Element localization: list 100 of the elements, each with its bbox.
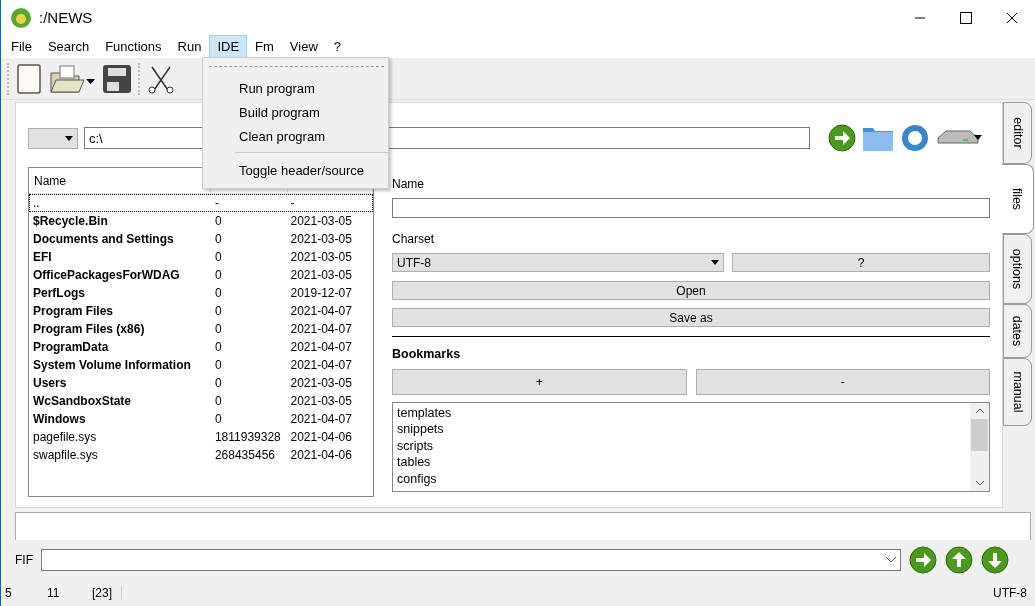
table-cell-text: Windows	[32, 411, 87, 427]
fif-label: FIF	[15, 553, 33, 567]
file-row[interactable]: Windows 0 2021-04-07	[29, 410, 373, 428]
file-row[interactable]: pagefile.sys 1811939328 2021-04-06	[29, 428, 373, 446]
menu-item[interactable]: IDE	[209, 35, 248, 58]
table-cell-text: Program Files (x86)	[32, 321, 146, 337]
caret-icon	[65, 135, 73, 141]
table-cell-text: 2021-04-07	[289, 321, 353, 337]
find-next-icon[interactable]	[981, 546, 1009, 574]
table-cell-text: -	[289, 195, 296, 211]
bookmarks-title: Bookmarks	[392, 347, 462, 361]
bookmark-item[interactable]: scripts	[397, 438, 966, 456]
new-file-icon[interactable]	[16, 62, 42, 95]
side-tab[interactable]: editor	[1003, 102, 1032, 164]
open-button[interactable]: Open	[392, 281, 990, 300]
table-cell-text: 2021-04-07	[289, 339, 353, 355]
table-cell-text: 1811939328	[213, 429, 282, 445]
table-cell-text: 2021-03-05	[289, 249, 353, 265]
fif-field[interactable]	[41, 549, 901, 571]
table-cell-text: 0	[213, 285, 223, 301]
cursor-position: [23]	[92, 586, 122, 600]
side-tab[interactable]: manual	[1003, 358, 1032, 426]
scrollbar[interactable]	[970, 403, 989, 491]
table-cell-text: 2021-03-05	[289, 393, 353, 409]
save-as-button[interactable]: Save as	[392, 308, 990, 327]
file-row[interactable]: $Recycle.Bin 0 2021-03-05	[29, 212, 373, 230]
menu-item[interactable]: Functions	[97, 35, 170, 58]
table-cell-text: 0	[213, 231, 223, 247]
file-row[interactable]: PerfLogs 0 2019-12-07	[29, 284, 373, 302]
go-icon[interactable]	[828, 124, 856, 152]
name-field[interactable]	[392, 198, 990, 218]
bookmark-item[interactable]: templates	[397, 406, 966, 423]
table-cell-text: 0	[213, 411, 223, 427]
add-bookmark-button[interactable]: +	[392, 369, 687, 395]
side-tab[interactable]: files	[1002, 164, 1034, 234]
menu-item[interactable]: File	[3, 35, 40, 58]
file-row[interactable]: Program Files 0 2021-04-07	[29, 302, 373, 320]
menu-item[interactable]: Fm	[247, 35, 282, 58]
table-cell-text: 2021-04-06	[289, 447, 353, 463]
table-cell-text: ProgramData	[32, 339, 110, 355]
window-title: :/NEWS	[39, 9, 94, 26]
table-cell-text: Documents and Settings	[32, 231, 175, 247]
file-row[interactable]: EFI 0 2021-03-05	[29, 248, 373, 266]
side-tab[interactable]: dates	[1003, 304, 1032, 358]
charset-help-button[interactable]: ?	[732, 253, 990, 272]
file-row[interactable]: swapfile.sys 268435456 2021-04-06	[29, 446, 373, 464]
column-number: 11	[47, 586, 61, 600]
name-label: Name	[392, 177, 425, 191]
table-cell-text: -	[213, 195, 220, 211]
menu-item[interactable]: View	[281, 35, 326, 58]
table-cell-text: 268435456	[213, 447, 276, 463]
table-cell-text: 0	[213, 213, 223, 229]
table-cell-text: OfficePackagesForWDAG	[32, 267, 181, 283]
file-row[interactable]: System Volume Information 0 2021-04-07	[29, 356, 373, 374]
table-cell-text: 2021-03-05	[289, 231, 353, 247]
find-previous-icon[interactable]	[945, 546, 973, 574]
side-tab[interactable]: options	[1003, 234, 1032, 304]
file-row[interactable]: ProgramData 0 2021-04-07	[29, 338, 373, 356]
table-cell-text: 2021-04-07	[289, 357, 353, 373]
bookmark-item[interactable]: configs	[397, 471, 966, 489]
menu-entry[interactable]: Run program	[203, 76, 388, 100]
open-folder-icon[interactable]	[48, 62, 96, 95]
file-row[interactable]: Documents and Settings 0 2021-03-05	[29, 230, 373, 248]
file-row[interactable]: Program Files (x86) 0 2021-04-07	[29, 320, 373, 338]
bookmark-item[interactable]: tables	[397, 455, 966, 472]
table-cell-text: WcSandboxState	[32, 393, 132, 409]
table-cell-text: 0	[213, 393, 223, 409]
bookmark-item[interactable]: snippets	[397, 422, 966, 439]
menu-entry[interactable]: Clean program	[203, 124, 388, 148]
table-cell-text: 2021-04-07	[289, 303, 353, 319]
find-icon[interactable]	[909, 546, 937, 574]
file-row[interactable]: OfficePackagesForWDAG 0 2021-03-05	[29, 266, 373, 284]
table-cell-text: ..	[32, 195, 41, 211]
close-icon	[1006, 11, 1018, 24]
file-row[interactable]: Users 0 2021-03-05	[29, 374, 373, 392]
save-icon[interactable]	[102, 62, 132, 95]
table-cell-text: 2021-04-06	[289, 429, 353, 445]
table-cell-text: Users	[32, 375, 68, 391]
remove-bookmark-button[interactable]: -	[695, 369, 990, 395]
file-row[interactable]: .. - -	[29, 194, 373, 212]
table-cell-text: swapfile.sys	[32, 447, 99, 463]
chevron-down-icon	[886, 557, 896, 563]
menu-item[interactable]: ?	[325, 35, 350, 58]
table-cell-text: PerfLogs	[32, 285, 86, 301]
table-cell-text: 0	[213, 339, 223, 355]
app-logo-icon	[11, 7, 31, 28]
charset-select[interactable]: UTF-8	[392, 253, 724, 272]
file-row[interactable]: WcSandboxState 0 2021-03-05	[29, 392, 373, 410]
table-cell-text: 0	[213, 249, 223, 265]
table-cell-text: 2021-03-05	[289, 213, 353, 229]
table-cell-text: 2021-03-05	[289, 267, 353, 283]
caret-icon	[711, 260, 719, 265]
menu-item[interactable]: Run	[169, 35, 210, 58]
table-cell-text: 0	[213, 357, 223, 373]
table-cell-text: Program Files	[32, 303, 115, 319]
line-number: 5	[5, 586, 13, 600]
refresh-icon[interactable]	[900, 123, 930, 153]
menu-entry[interactable]: Build program	[203, 100, 388, 124]
table-cell-text: 0	[213, 267, 223, 283]
menu-item[interactable]: Search	[39, 35, 98, 58]
